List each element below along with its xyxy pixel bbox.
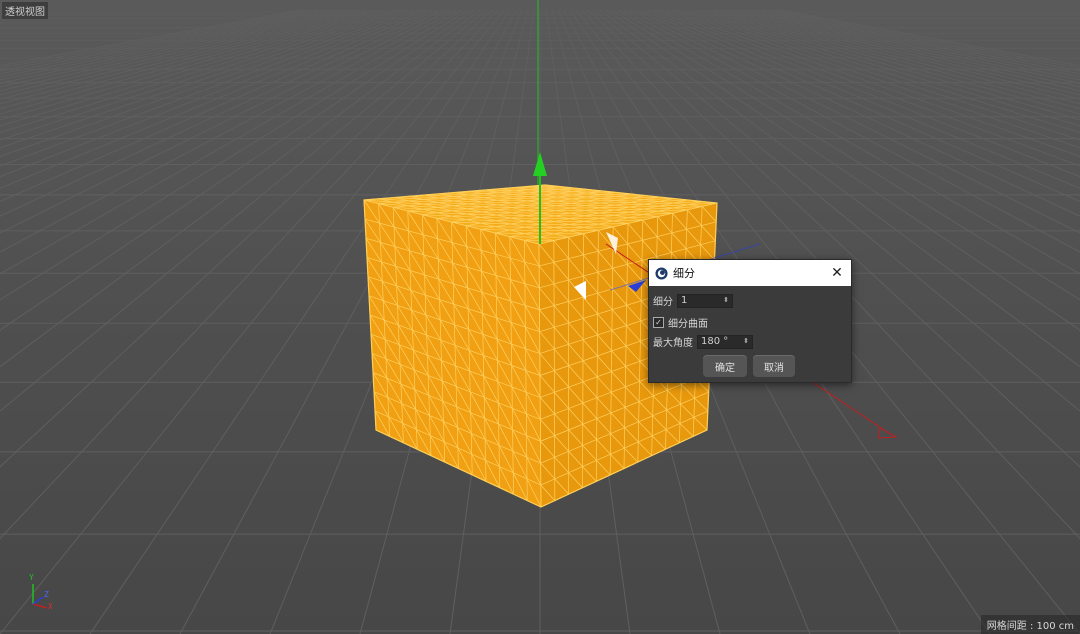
subdivide-dialog: 细分 ✕ 细分 1 ⬍ ✓ 细分曲面 最大角度 180 ° ⬍ 确定 取消 bbox=[648, 259, 852, 383]
perspective-viewport[interactable] bbox=[0, 0, 1080, 634]
dialog-title-bar[interactable]: 细分 ✕ bbox=[649, 260, 851, 286]
axis-label-z: Z bbox=[44, 590, 49, 599]
max-angle-value: 180 ° bbox=[701, 336, 729, 347]
max-angle-stepper[interactable]: 180 ° ⬍ bbox=[697, 334, 753, 349]
axis-label-x: X bbox=[48, 602, 53, 611]
cancel-button[interactable]: 取消 bbox=[753, 355, 795, 377]
subdivide-surface-checkbox[interactable]: ✓ bbox=[653, 317, 664, 328]
ok-button[interactable]: 确定 bbox=[703, 355, 747, 377]
cinema4d-logo-icon bbox=[655, 266, 668, 280]
stepper-arrows-icon[interactable]: ⬍ bbox=[723, 297, 729, 304]
close-icon[interactable]: ✕ bbox=[829, 265, 845, 281]
subdivide-surface-label: 细分曲面 bbox=[668, 319, 708, 330]
subdivision-value: 1 bbox=[681, 295, 688, 306]
viewport-label[interactable]: 透视视图 bbox=[2, 2, 48, 19]
grid-spacing-readout: 网格间距 : 100 cm bbox=[980, 615, 1080, 634]
stepper-arrows-icon[interactable]: ⬍ bbox=[743, 338, 749, 345]
dialog-title: 细分 bbox=[673, 267, 695, 280]
subdivision-label: 细分 bbox=[653, 297, 673, 308]
max-angle-label: 最大角度 bbox=[653, 338, 693, 349]
subdivision-stepper[interactable]: 1 ⬍ bbox=[677, 293, 733, 308]
axis-label-y: Y bbox=[29, 573, 34, 582]
